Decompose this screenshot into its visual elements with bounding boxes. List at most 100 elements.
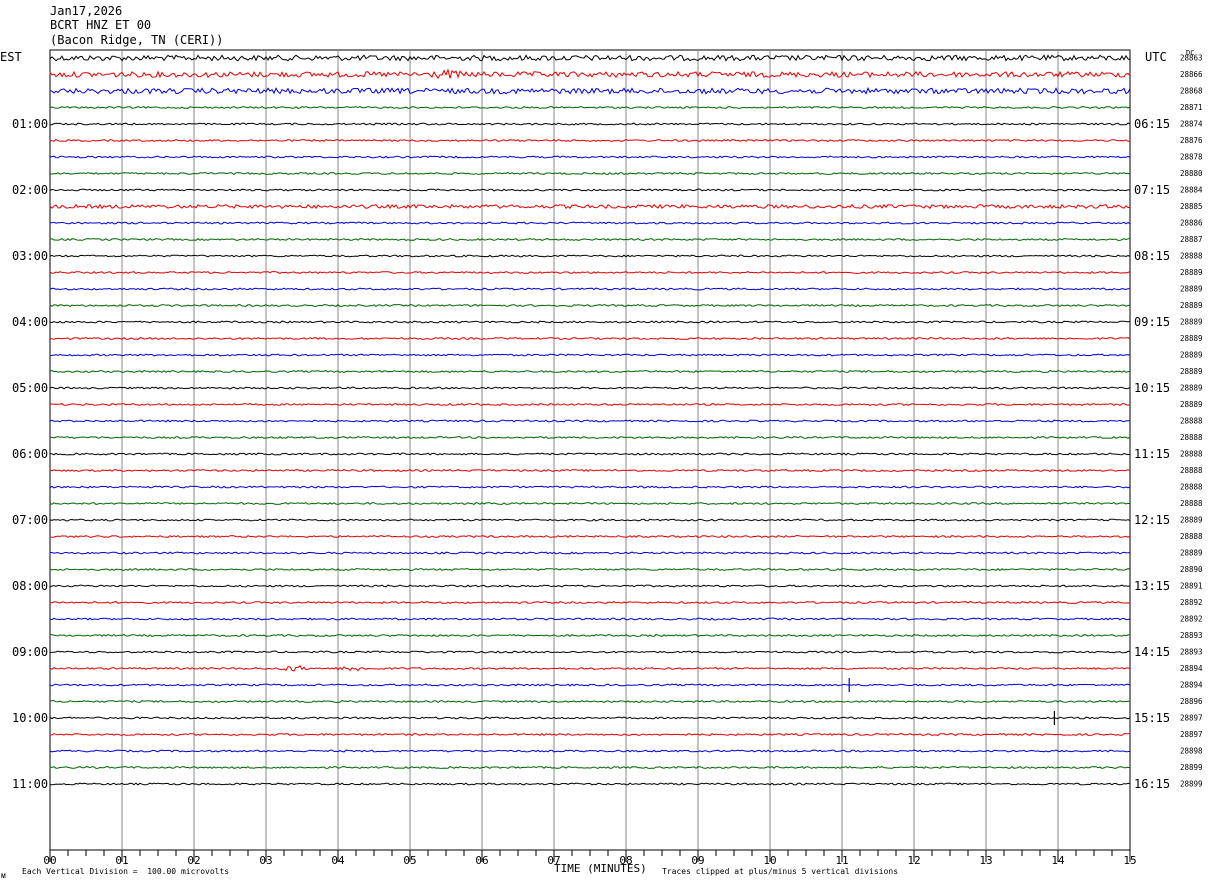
dc-value-label: 28889 <box>1180 268 1203 277</box>
trace-line <box>49 716 1131 720</box>
trace-line <box>49 749 1131 753</box>
x-tick-label: 13 <box>979 854 992 867</box>
left-hour-label: 11:00 <box>12 777 48 791</box>
dc-value-label: 28894 <box>1180 681 1203 690</box>
left-hour-label: 09:00 <box>12 645 48 659</box>
dc-value-label: 28897 <box>1180 714 1203 723</box>
x-tick-label: 11 <box>835 854 848 867</box>
dc-value-label: 28888 <box>1180 417 1203 426</box>
dc-value-label: 28889 <box>1180 549 1203 558</box>
dc-value-label: 28892 <box>1180 598 1203 607</box>
dc-value-label: 28899 <box>1180 763 1203 772</box>
trace-line <box>49 303 1131 308</box>
dc-value-label: 28888 <box>1180 252 1203 261</box>
trace-line <box>49 551 1131 555</box>
dc-value-label: 28894 <box>1180 664 1203 673</box>
trace-line <box>49 650 1131 654</box>
trace-line <box>49 452 1131 456</box>
left-hour-label: 01:00 <box>12 117 48 131</box>
dc-value-label: 28868 <box>1180 87 1203 96</box>
dc-value-label: 28886 <box>1180 219 1203 228</box>
right-hour-label: 16:15 <box>1134 777 1170 791</box>
dc-value-label: 28888 <box>1180 499 1203 508</box>
dc-value-label: 28888 <box>1180 483 1203 492</box>
dc-value-label: 28889 <box>1180 334 1203 343</box>
dc-value-label: 28888 <box>1180 450 1203 459</box>
dc-value-label: 28889 <box>1180 318 1203 327</box>
trace-line <box>49 105 1131 110</box>
dc-value-label: 28898 <box>1180 747 1203 756</box>
trace-line <box>49 584 1131 588</box>
dc-value-label: 28863 <box>1180 54 1203 63</box>
trace-line <box>49 617 1131 621</box>
trace-line <box>49 485 1131 489</box>
dc-value-label: 28889 <box>1180 301 1203 310</box>
trace-line <box>49 732 1130 737</box>
dc-value-label: 28878 <box>1180 153 1203 162</box>
trace-line <box>49 534 1131 539</box>
dc-value-label: 28892 <box>1180 615 1203 624</box>
dc-value-label: 28893 <box>1180 631 1203 640</box>
dc-value-label: 28896 <box>1180 697 1203 706</box>
dc-value-label: 28893 <box>1180 648 1203 657</box>
dc-value-label: 28876 <box>1180 136 1203 145</box>
right-hour-label: 09:15 <box>1134 315 1170 329</box>
x-tick-label: 03 <box>259 854 272 867</box>
right-hour-label: 08:15 <box>1134 249 1170 263</box>
trace-line <box>49 782 1130 786</box>
left-hour-label: 05:00 <box>12 381 48 395</box>
dc-value-label: 28889 <box>1180 351 1203 360</box>
trace-line <box>49 765 1131 770</box>
trace-line <box>49 683 1131 687</box>
trace-line <box>49 369 1131 374</box>
trace-line <box>49 468 1131 473</box>
x-tick-label: 04 <box>331 854 345 867</box>
vertical-scale-note: Each Vertical Division = 100.00 microvol… <box>22 867 230 876</box>
left-hour-label: 02:00 <box>12 183 48 197</box>
right-hour-label: 10:15 <box>1134 381 1170 395</box>
dc-value-label: 28888 <box>1180 433 1203 442</box>
trace-line <box>49 171 1131 176</box>
trace-line <box>49 87 1131 95</box>
plot-frame <box>49 49 1131 851</box>
trace-line <box>49 122 1131 126</box>
x-tick-label: 05 <box>403 854 416 867</box>
dc-value-label: 28889 <box>1180 384 1203 393</box>
trace-line <box>49 567 1131 572</box>
trace-line <box>49 419 1131 423</box>
dc-value-label: 28889 <box>1180 516 1203 525</box>
x-tick-label: 01 <box>115 854 128 867</box>
dc-value-label: 28889 <box>1180 400 1203 409</box>
scale-marker-icon: ᴍ <box>1 871 6 880</box>
trace-line <box>49 501 1131 506</box>
dc-value-label: 28866 <box>1180 70 1203 79</box>
trace-line <box>49 221 1131 225</box>
x-tick-label: 09 <box>691 854 704 867</box>
trace-line <box>49 254 1131 258</box>
trace-line <box>49 336 1131 341</box>
dc-value-label: 28890 <box>1180 565 1203 574</box>
trace-line <box>49 386 1131 390</box>
trace-line <box>49 353 1131 357</box>
x-tick-label: 02 <box>187 854 200 867</box>
left-hour-label: 06:00 <box>12 447 48 461</box>
x-tick-label: 15 <box>1123 854 1136 867</box>
right-hour-label: 06:15 <box>1134 117 1170 131</box>
right-hour-label: 07:15 <box>1134 183 1170 197</box>
dc-value-label: 28887 <box>1180 235 1203 244</box>
x-axis-label: TIME (MINUTES) <box>554 862 647 875</box>
trace-line <box>49 287 1131 291</box>
trace-line <box>49 699 1131 704</box>
trace-line <box>49 665 1131 672</box>
left-hour-label: 08:00 <box>12 579 48 593</box>
dc-value-label: 28880 <box>1180 169 1203 178</box>
right-hour-label: 12:15 <box>1134 513 1170 527</box>
right-hour-label: 13:15 <box>1134 579 1170 593</box>
right-hour-label: 15:15 <box>1134 711 1170 725</box>
dc-value-label: 28888 <box>1180 466 1203 475</box>
trace-line <box>49 402 1131 407</box>
x-tick-label: 10 <box>763 854 776 867</box>
right-hour-label: 14:15 <box>1134 645 1170 659</box>
dc-value-label: 28885 <box>1180 202 1203 211</box>
dc-value-label: 28891 <box>1180 582 1203 591</box>
